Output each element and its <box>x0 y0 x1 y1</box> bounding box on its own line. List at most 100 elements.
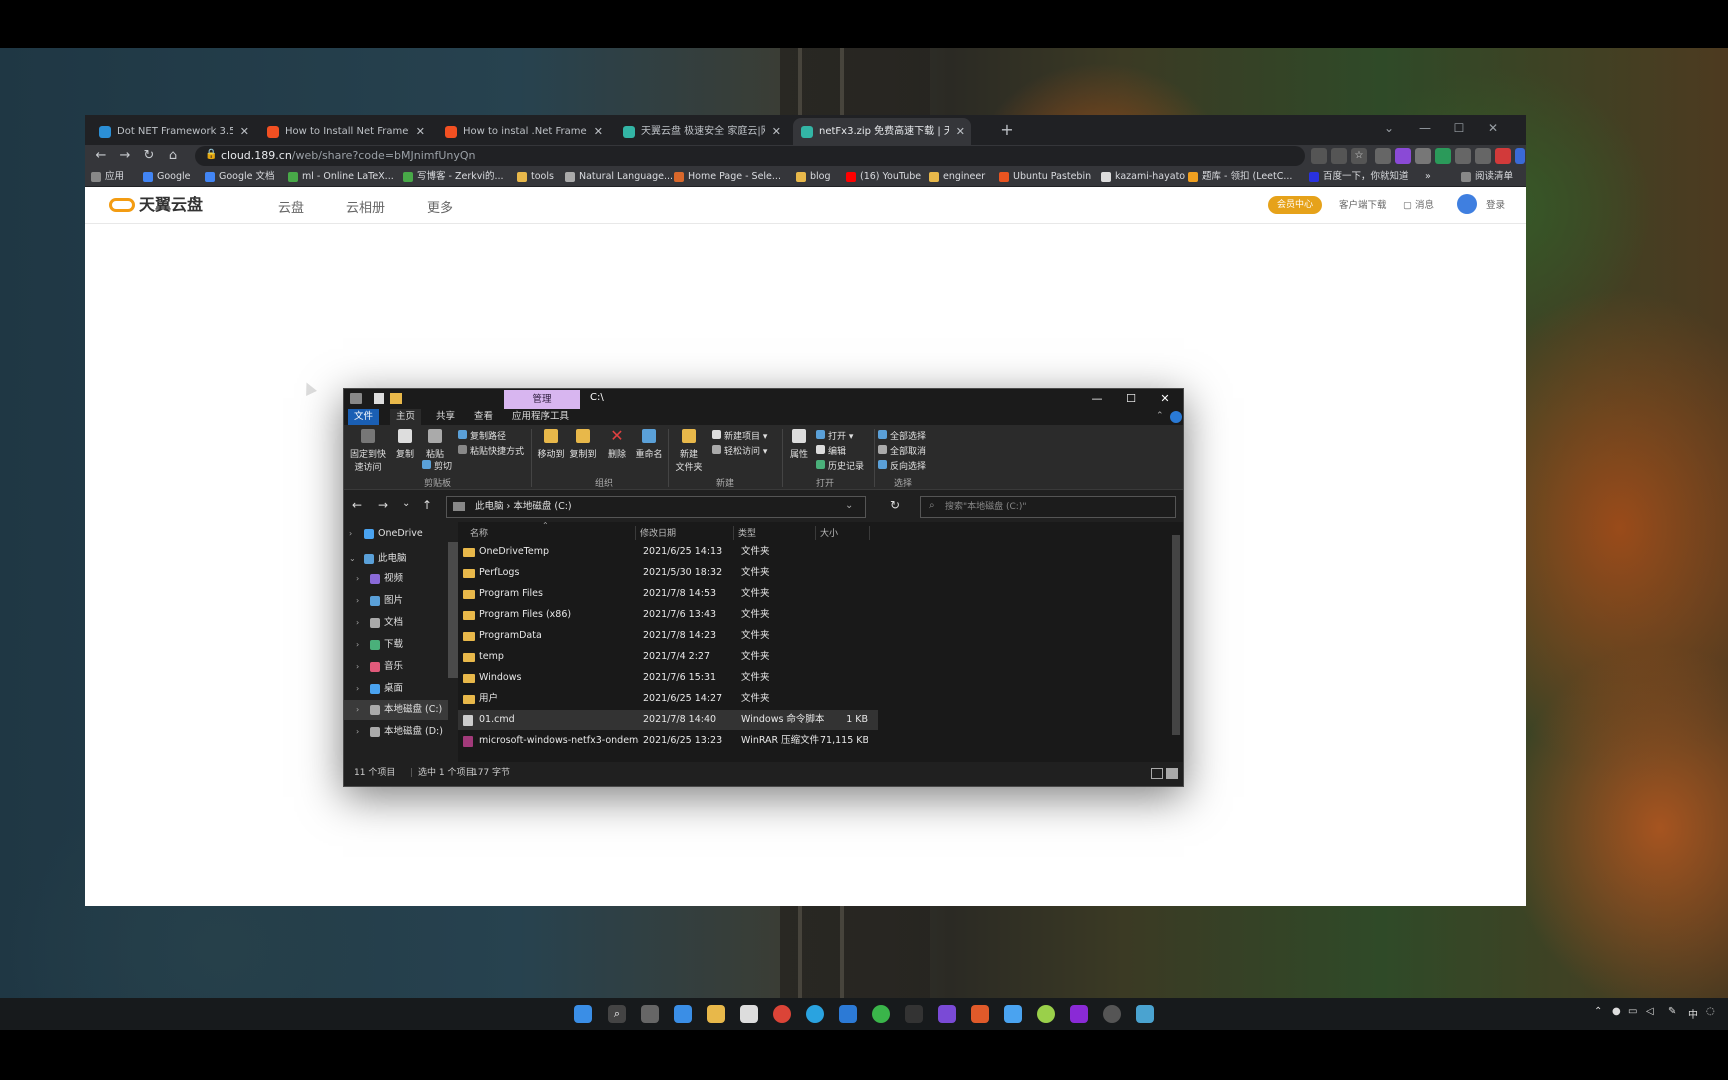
tab-search-icon[interactable]: ⌄ <box>1372 115 1406 141</box>
tab-close-icon[interactable]: ✕ <box>772 118 781 145</box>
expand-chevron-icon[interactable]: › <box>356 569 359 589</box>
new-tab-button[interactable]: + <box>995 118 1019 142</box>
file-row[interactable]: Program Files (x86) 2021/7/6 13:43 文件夹 <box>458 605 878 625</box>
bookmark-item[interactable]: kazami-hayato <box>1101 167 1185 187</box>
refresh-icon[interactable]: ↻ <box>890 498 900 512</box>
ribbon-tab-view[interactable]: 查看 <box>468 409 499 425</box>
messages-link[interactable]: ▢ 消息 <box>1403 197 1434 211</box>
forward-icon[interactable]: → <box>115 145 135 167</box>
ribbon-collapse-icon[interactable]: ⌃ <box>1156 411 1164 421</box>
tab-2[interactable]: How to instal .Net Framework ✕ <box>437 118 609 145</box>
move-to-button[interactable]: 移动到 <box>536 429 566 460</box>
extension-settings-icon[interactable] <box>1455 148 1471 164</box>
ribbon-tab-file[interactable]: 文件 <box>348 409 380 425</box>
address-bar[interactable]: 此电脑 › 本地磁盘 (C:) ⌄ <box>446 496 866 518</box>
tree-item-pictures[interactable]: › 图片 <box>344 591 448 611</box>
star-icon[interactable]: ☆ <box>1351 148 1367 164</box>
new-item-button[interactable]: 新建项目 ▾ <box>712 429 767 442</box>
file-row-selected[interactable]: 01.cmd 2021/7/8 14:40 Windows 命令脚本 1 KB <box>458 710 878 730</box>
column-header-date[interactable]: 修改日期 <box>640 526 734 540</box>
cut-button[interactable]: 剪切 <box>422 459 452 472</box>
bookmark-folder[interactable]: engineer <box>929 167 985 187</box>
ribbon-tab-app-tools[interactable]: 应用程序工具 <box>506 409 575 425</box>
column-header-name[interactable]: 名称 <box>470 526 636 540</box>
edit-button[interactable]: 编辑 <box>816 444 846 457</box>
ime-icon[interactable]: ◌ <box>1706 1006 1715 1017</box>
expand-chevron-icon[interactable]: › <box>356 591 359 611</box>
forward-arrow-icon[interactable]: → <box>378 498 388 512</box>
bookmark-item[interactable]: Google <box>143 167 191 187</box>
search-icon[interactable]: ⌕ <box>608 1005 626 1023</box>
properties-button[interactable]: 属性 <box>786 429 812 460</box>
invert-selection-button[interactable]: 反向选择 <box>878 459 926 472</box>
tab-close-icon[interactable]: ✕ <box>594 118 603 145</box>
properties-quick-icon[interactable] <box>374 393 384 404</box>
paste-shortcut-button[interactable]: 粘贴快捷方式 <box>458 444 524 457</box>
copy-button[interactable]: 复制 <box>392 429 418 460</box>
bookmark-item[interactable]: Ubuntu Pastebin <box>999 167 1091 187</box>
tree-item-drive-d[interactable]: › 本地磁盘 (D:) <box>344 722 448 742</box>
tree-item-documents[interactable]: › 文档 <box>344 613 448 633</box>
file-row[interactable]: PerfLogs 2021/5/30 18:32 文件夹 <box>458 563 878 583</box>
reload-icon[interactable]: ↻ <box>139 145 159 167</box>
expand-chevron-icon[interactable]: › <box>356 679 359 699</box>
column-header-size[interactable]: 大小 <box>820 526 870 540</box>
ribbon-tab-share[interactable]: 共享 <box>430 409 461 425</box>
widgets-icon[interactable] <box>674 1005 692 1023</box>
tab-close-icon[interactable]: ✕ <box>416 118 425 145</box>
vscode-icon[interactable] <box>839 1005 857 1023</box>
recent-chevron-icon[interactable]: ⌄ <box>402 498 410 509</box>
java-icon[interactable] <box>971 1005 989 1023</box>
tree-item-downloads[interactable]: › 下载 <box>344 635 448 655</box>
reading-list-button[interactable]: 阅读清单 <box>1461 167 1513 187</box>
bookmark-item[interactable]: 写博客 - Zerkvi的... <box>403 167 504 187</box>
tree-item-music[interactable]: › 音乐 <box>344 657 448 677</box>
avatar[interactable] <box>1457 194 1477 214</box>
task-view-icon[interactable] <box>641 1005 659 1023</box>
large-icons-view-icon[interactable] <box>1166 768 1178 779</box>
tab-close-icon[interactable]: ✕ <box>240 118 249 145</box>
bookmark-item[interactable]: Google 文档 <box>205 167 275 187</box>
extension-red-icon[interactable] <box>1495 148 1511 164</box>
bookmark-item[interactable]: 百度一下，你就知道 <box>1309 167 1409 187</box>
extension-blue-icon[interactable] <box>1515 148 1525 164</box>
tab-0[interactable]: Dot NET Framework 3.5 Instal ✕ <box>91 118 255 145</box>
expand-chevron-icon[interactable]: › <box>356 722 359 742</box>
file-list-scrollbar[interactable] <box>1172 535 1180 735</box>
expand-chevron-icon[interactable]: › <box>356 657 359 677</box>
nav-cloud-album[interactable]: 云相册 <box>346 197 385 216</box>
start-icon[interactable] <box>574 1005 592 1023</box>
ribbon-tab-home[interactable]: 主页 <box>390 409 422 425</box>
vip-center-button[interactable]: 会员中心 <box>1268 196 1322 214</box>
search-input[interactable]: ⌕ 搜索"本地磁盘 (C:)" <box>920 496 1176 518</box>
tree-item-videos[interactable]: › 视频 <box>344 569 448 589</box>
expand-chevron-icon[interactable]: › <box>356 700 359 720</box>
expand-chevron-icon[interactable]: › <box>349 524 352 544</box>
expand-chevron-icon[interactable]: › <box>356 613 359 633</box>
terminal-icon[interactable] <box>905 1005 923 1023</box>
bookmark-item[interactable]: (16) YouTube <box>846 167 921 187</box>
back-icon[interactable]: ← <box>91 145 111 167</box>
bookmark-folder[interactable]: blog <box>796 167 831 187</box>
jetbrains-icon[interactable] <box>938 1005 956 1023</box>
expand-chevron-icon[interactable]: › <box>356 635 359 655</box>
select-all-button[interactable]: 全部选择 <box>878 429 926 442</box>
tab-4-active[interactable]: netFx3.zip 免费高速下载 | 天翼 ✕ <box>793 118 971 145</box>
login-link[interactable]: 登录 <box>1486 197 1505 211</box>
extension-moon-icon[interactable] <box>1475 148 1491 164</box>
file-row[interactable]: OneDriveTemp 2021/6/25 14:13 文件夹 <box>458 542 878 562</box>
select-none-button[interactable]: 全部取消 <box>878 444 926 457</box>
maximize-button[interactable]: ☐ <box>1442 115 1476 141</box>
maximize-button[interactable]: ☐ <box>1116 389 1146 409</box>
copy-path-button[interactable]: 复制路径 <box>458 429 506 442</box>
manage-tab[interactable]: 管理 <box>504 390 580 409</box>
github-icon[interactable] <box>1103 1005 1121 1023</box>
tree-item-this-pc[interactable]: ⌄ 此电脑 <box>344 549 448 569</box>
close-button[interactable]: ✕ <box>1476 115 1510 141</box>
collapse-chevron-icon[interactable]: ⌄ <box>349 549 356 569</box>
remote-desktop-icon[interactable] <box>1136 1005 1154 1023</box>
bookmark-folder[interactable]: tools <box>517 167 554 187</box>
tab-1[interactable]: How to Install Net Framework ✕ <box>259 118 431 145</box>
minimize-button[interactable]: — <box>1408 115 1442 141</box>
file-row[interactable]: temp 2021/7/4 2:27 文件夹 <box>458 647 878 667</box>
